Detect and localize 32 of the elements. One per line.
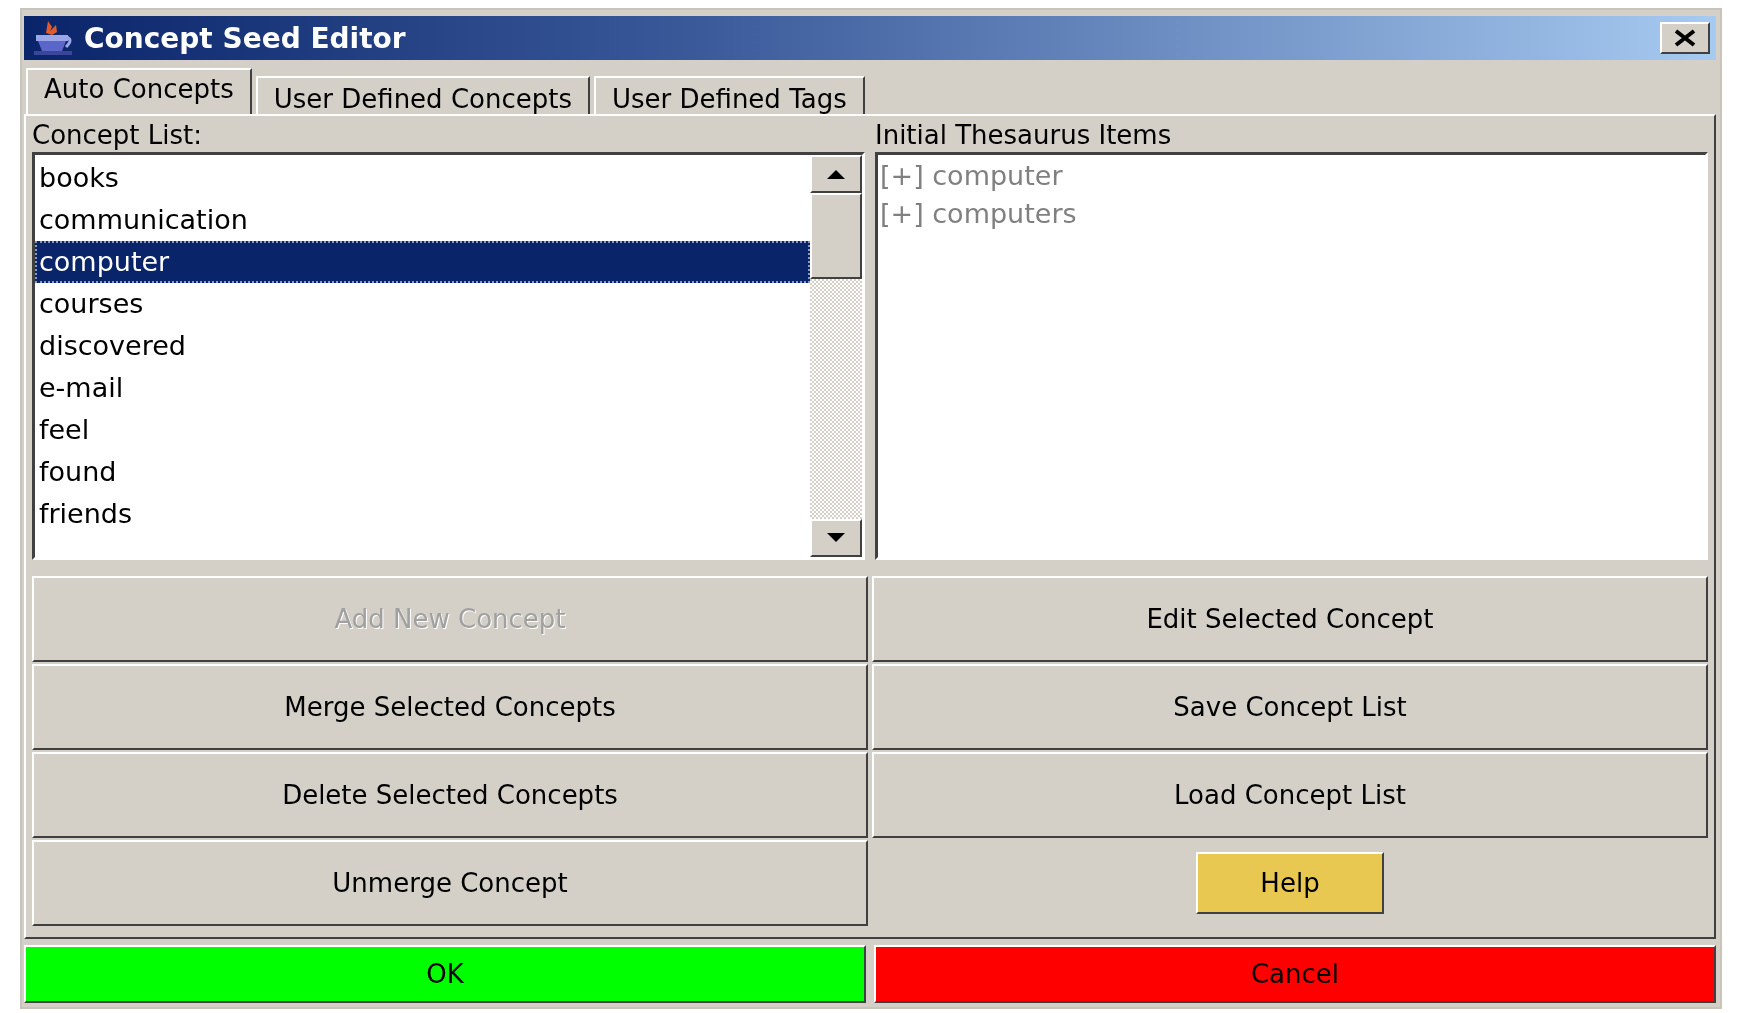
list-item[interactable]: computer [35, 241, 810, 283]
scroll-thumb[interactable] [810, 193, 862, 279]
tab[interactable]: User Defined Concepts [255, 76, 590, 114]
action-button[interactable]: Load Concept List [872, 752, 1708, 838]
list-item[interactable]: discovered [35, 325, 810, 367]
close-icon [1673, 29, 1697, 47]
scroll-up-button[interactable] [810, 155, 862, 193]
list-item[interactable]: books [35, 157, 810, 199]
action-button[interactable]: Unmerge Concept [32, 840, 868, 926]
dialog-button[interactable]: OK [24, 945, 866, 1003]
action-button[interactable]: Delete Selected Concepts [32, 752, 868, 838]
up-arrow-icon [827, 169, 845, 179]
help-button[interactable]: Help [1196, 852, 1384, 914]
action-button[interactable]: Merge Selected Concepts [32, 664, 868, 750]
list-item[interactable]: feel [35, 409, 810, 451]
action-button[interactable]: Edit Selected Concept [872, 576, 1708, 662]
list-item[interactable]: communication [35, 199, 810, 241]
scrollbar[interactable] [810, 155, 862, 557]
window-title: Concept Seed Editor [84, 21, 407, 55]
list-label: Initial Thesaurus Items [875, 120, 1173, 152]
tab[interactable]: User Defined Tags [593, 76, 865, 114]
list-item[interactable]: found [35, 451, 810, 493]
list-item[interactable]: friends [35, 493, 810, 535]
dialog-button[interactable]: Cancel [874, 945, 1716, 1003]
list-item[interactable]: courses [35, 283, 810, 325]
scroll-down-button[interactable] [810, 519, 862, 557]
action-button[interactable]: Save Concept List [872, 664, 1708, 750]
list-label: Concept List: [32, 120, 203, 152]
down-arrow-icon [827, 533, 845, 543]
tab[interactable]: Auto Concepts [26, 68, 252, 114]
list-item[interactable]: e-mail [35, 367, 810, 409]
close-button[interactable] [1660, 22, 1710, 54]
